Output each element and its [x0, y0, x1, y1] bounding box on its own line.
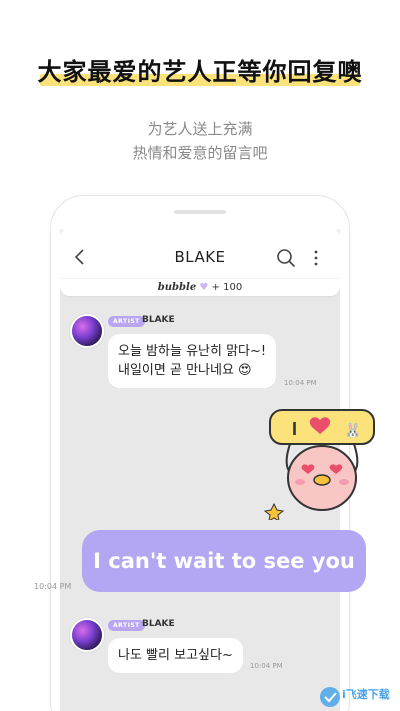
message-time: 10:04 PM: [34, 582, 72, 591]
message-line: 내일이면 곧 만나네요 😍: [118, 363, 252, 378]
more-vertical-icon[interactable]: [312, 248, 320, 268]
bubble-count: + 100: [211, 282, 243, 293]
phone-speaker: [174, 210, 226, 214]
message-line: 오늘 밤하늘 유난히 맑다~!: [118, 344, 267, 359]
message-time: 10:04 PM: [250, 662, 283, 670]
artist-badge: ARTIST: [108, 620, 145, 631]
bubble-bar[interactable]: bubble ♥ + 100: [60, 278, 340, 296]
headline: 大家最爱的艺人正等你回复噢: [0, 52, 400, 87]
subtitle-line-2: 热情和爱意的留言吧: [132, 144, 268, 162]
chat-header: BLAKE bubble ♥ + 100: [60, 230, 340, 296]
chat-title: BLAKE: [174, 248, 226, 266]
bubble-brand: bubble: [157, 282, 197, 293]
sticker-character: I 🐰: [263, 409, 375, 520]
svg-text:🐰: 🐰: [344, 422, 361, 439]
sender-name: BLAKE: [142, 619, 175, 629]
svg-text:I: I: [292, 419, 297, 439]
heart-icon: ♥: [199, 282, 209, 293]
subtitle-line-1: 为艺人送上充满: [147, 120, 253, 138]
watermark-text: i飞速下载: [342, 688, 390, 701]
message-bubble[interactable]: 오늘 밤하늘 유난히 맑다~! 내일이면 곧 만나네요 😍: [108, 334, 277, 388]
headline-text: 大家最爱的艺人正等你回复噢: [37, 58, 363, 86]
artist-avatar[interactable]: [70, 618, 104, 652]
search-icon[interactable]: [276, 248, 296, 268]
message-bubble[interactable]: 나도 빨리 보고싶다~: [108, 638, 243, 673]
message-time: 10:04 PM: [284, 379, 317, 387]
artist-avatar[interactable]: [70, 314, 104, 348]
artist-badge: ARTIST: [108, 316, 145, 327]
user-message-bubble[interactable]: I can't wait to see you: [82, 530, 366, 592]
message-text: 나도 빨리 보고싶다~: [118, 648, 233, 663]
sender-name: BLAKE: [142, 315, 175, 325]
